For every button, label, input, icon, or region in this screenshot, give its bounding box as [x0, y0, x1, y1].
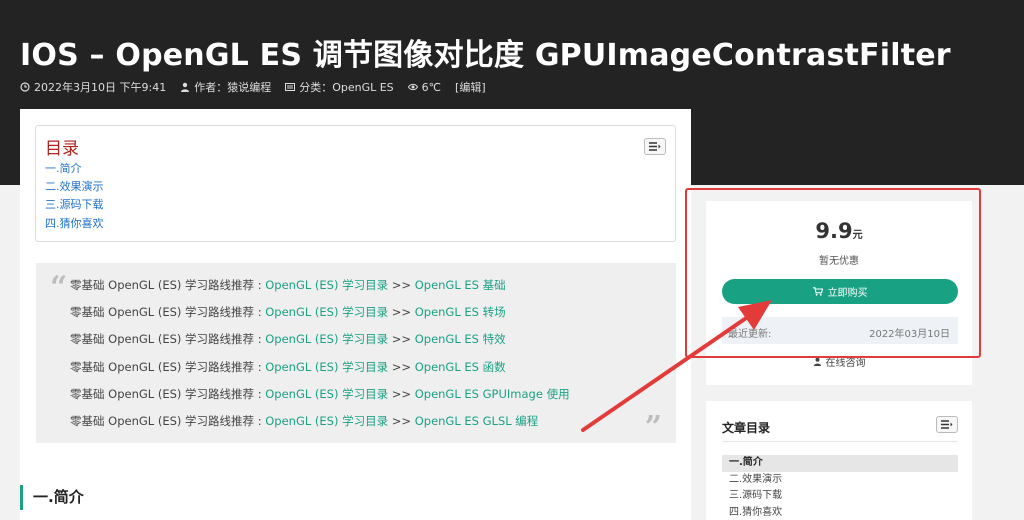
quote-line: 零基础 OpenGL (ES) 学习路线推荐 : OpenGL (ES) 学习目… [70, 272, 570, 299]
article-toc-item[interactable]: 四.猜你喜欢 [722, 505, 958, 520]
article-toc-item[interactable]: 三.源码下载 [722, 488, 958, 505]
section-heading-intro: 一.简介 [20, 485, 84, 510]
meta-category[interactable]: 分类：OpenGL ES [285, 79, 394, 95]
meta-author: 作者：猿说编程 [180, 79, 271, 95]
close-quote-icon: ” [644, 410, 662, 445]
quote-separator: >> [388, 359, 415, 374]
quote-line: 零基础 OpenGL (ES) 学习路线推荐 : OpenGL (ES) 学习目… [70, 381, 570, 408]
quote-line: 零基础 OpenGL (ES) 学习路线推荐 : OpenGL (ES) 学习目… [70, 408, 570, 435]
open-quote-icon: “ [50, 270, 68, 305]
toc-item[interactable]: 二.效果演示 [45, 178, 104, 196]
quote-prefix: 零基础 OpenGL (ES) 学习路线推荐 : [70, 278, 266, 292]
quote-separator: >> [388, 386, 415, 401]
quote-line: 零基础 OpenGL (ES) 学习路线推荐 : OpenGL (ES) 学习目… [70, 326, 570, 353]
catalog-link[interactable]: OpenGL (ES) 学习目录 [265, 414, 388, 428]
quote-prefix: 零基础 OpenGL (ES) 学习路线推荐 : [70, 414, 266, 429]
quote-line: 零基础 OpenGL (ES) 学习路线推荐 : OpenGL (ES) 学习目… [70, 354, 570, 381]
recommendation-quote: “ 零基础 OpenGL (ES) 学习路线推荐 : OpenGL (ES) 学… [36, 263, 676, 443]
list-icon [285, 83, 296, 91]
topic-link[interactable]: OpenGL ES 特效 [415, 332, 506, 346]
quote-prefix: 零基础 OpenGL (ES) 学习路线推荐 : [70, 359, 266, 374]
toc-item[interactable]: 一.简介 [45, 160, 104, 178]
meta-category-text: 分类：OpenGL ES [299, 81, 394, 94]
toc-item[interactable]: 三.源码下载 [45, 196, 104, 214]
meta-views: 6℃ [407, 79, 442, 95]
topic-link[interactable]: OpenGL ES 转场 [415, 305, 506, 319]
eye-icon [407, 83, 418, 91]
clock-icon [20, 82, 30, 92]
list-toggle-icon [941, 420, 953, 429]
page-title: IOS – OpenGL ES 调节图像对比度 GPUImageContrast… [20, 38, 951, 73]
article-toc-title: 文章目录 [722, 421, 771, 435]
article-content: 目录 一.简介 二.效果演示 三.源码下载 四.猜你喜欢 “ 零基础 OpenG… [20, 109, 691, 520]
user-icon [813, 357, 821, 366]
toc-list: 一.简介 二.效果演示 三.源码下载 四.猜你喜欢 [45, 160, 104, 233]
quote-separator: >> [388, 278, 415, 292]
meta-date-text: 2022年3月10日 下午9:41 [34, 81, 167, 94]
meta-date: 2022年3月10日 下午9:41 [20, 79, 166, 95]
meta-views-text: 6℃ [421, 80, 442, 94]
quote-line: 零基础 OpenGL (ES) 学习路线推荐 : OpenGL (ES) 学习目… [70, 299, 570, 326]
quote-separator: >> [388, 332, 415, 347]
topic-link[interactable]: OpenGL ES 函数 [415, 360, 506, 374]
catalog-link[interactable]: OpenGL (ES) 学习目录 [265, 305, 388, 319]
topic-link[interactable]: OpenGL ES GLSL 编程 [415, 414, 539, 428]
toc-item[interactable]: 四.猜你喜欢 [45, 215, 104, 233]
article-toc-widget: 文章目录 一.简介 二.效果演示 三.源码下载 四.猜你喜欢 [706, 401, 972, 520]
meta-author-text: 作者：猿说编程 [194, 81, 272, 94]
catalog-link[interactable]: OpenGL (ES) 学习目录 [265, 387, 388, 401]
toc-title: 目录 [45, 139, 79, 159]
article-toc-list: 一.简介 二.效果演示 三.源码下载 四.猜你喜欢 [722, 455, 958, 520]
catalog-link[interactable]: OpenGL (ES) 学习目录 [265, 360, 388, 374]
highlight-annotation-box [685, 188, 981, 358]
quote-prefix: 零基础 OpenGL (ES) 学习路线推荐 : [70, 386, 266, 401]
topic-link[interactable]: OpenGL ES GPUImage 使用 [415, 387, 570, 401]
catalog-link[interactable]: OpenGL (ES) 学习目录 [265, 278, 388, 292]
article-toc-item[interactable]: 二.效果演示 [722, 472, 958, 489]
quote-lines: 零基础 OpenGL (ES) 学习路线推荐 : OpenGL (ES) 学习目… [70, 272, 570, 435]
quote-prefix: 零基础 OpenGL (ES) 学习路线推荐 : [70, 305, 266, 320]
quote-separator: >> [388, 414, 415, 429]
quote-separator: >> [388, 305, 415, 320]
quote-prefix: 零基础 OpenGL (ES) 学习路线推荐 : [70, 332, 266, 347]
edit-link[interactable]: [编辑] [455, 79, 486, 95]
list-toggle-icon [649, 142, 661, 151]
toc-box: 目录 一.简介 二.效果演示 三.源码下载 四.猜你喜欢 [35, 125, 676, 242]
divider [722, 441, 958, 442]
catalog-link[interactable]: OpenGL (ES) 学习目录 [265, 332, 388, 346]
topic-link[interactable]: OpenGL ES 基础 [415, 278, 506, 292]
toc-toggle-button[interactable] [644, 138, 666, 155]
user-icon [181, 82, 190, 92]
post-meta: 2022年3月10日 下午9:41 作者：猿说编程 分类：OpenGL ES 6… [20, 79, 486, 95]
article-toc-toggle-button[interactable] [936, 416, 958, 433]
article-toc-item[interactable]: 一.简介 [722, 455, 958, 472]
